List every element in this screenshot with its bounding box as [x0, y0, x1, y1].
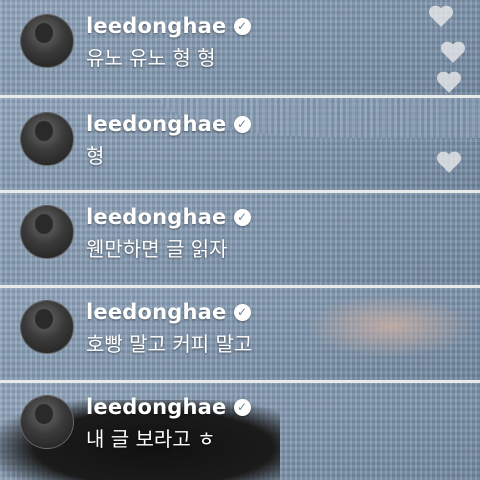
- username[interactable]: leedonghae: [86, 14, 227, 38]
- live-comment-panel-2: leedonghae ✓ 형: [0, 98, 480, 190]
- username[interactable]: leedonghae: [86, 112, 227, 136]
- heart-icon: [428, 5, 454, 27]
- profile-avatar[interactable]: [20, 14, 74, 68]
- comment-text: 형: [86, 144, 105, 168]
- comment-text: 웬만하면 글 읽자: [86, 237, 228, 261]
- heart-icon: [436, 71, 462, 93]
- profile-avatar[interactable]: [20, 112, 74, 166]
- heart-icon: [440, 41, 466, 63]
- profile-avatar[interactable]: [20, 205, 74, 259]
- verified-badge-icon: ✓: [233, 303, 251, 321]
- comment-text: 내 글 보라고 ㅎ: [86, 427, 216, 451]
- live-comment-panel-5: leedonghae ✓ 내 글 보라고 ㅎ: [0, 383, 480, 480]
- profile-avatar[interactable]: [20, 300, 74, 354]
- live-comment-panel-4: leedonghae ✓ 호빵 말고 커피 말고: [0, 288, 480, 380]
- comment: leedonghae ✓ 호빵 말고 커피 말고: [20, 300, 252, 357]
- comment: leedonghae ✓ 형: [20, 112, 251, 169]
- username[interactable]: leedonghae: [86, 395, 227, 419]
- verified-badge-icon: ✓: [233, 115, 251, 133]
- username[interactable]: leedonghae: [86, 300, 227, 324]
- comment-text: 유노 유노 형 형: [86, 46, 216, 70]
- comment: leedonghae ✓ 웬만하면 글 읽자: [20, 205, 251, 262]
- comment: leedonghae ✓ 내 글 보라고 ㅎ: [20, 395, 251, 452]
- verified-badge-icon: ✓: [233, 17, 251, 35]
- verified-badge-icon: ✓: [233, 208, 251, 226]
- username[interactable]: leedonghae: [86, 205, 227, 229]
- heart-icon: [436, 151, 462, 173]
- comment-text: 호빵 말고 커피 말고: [86, 332, 253, 356]
- verified-badge-icon: ✓: [233, 398, 251, 416]
- profile-avatar[interactable]: [20, 395, 74, 449]
- screenshot-collage: leedonghae ✓ 유노 유노 형 형 leedonghae ✓ 형 le…: [0, 0, 480, 480]
- live-comment-panel-1: leedonghae ✓ 유노 유노 형 형: [0, 0, 480, 95]
- comment: leedonghae ✓ 유노 유노 형 형: [20, 14, 251, 71]
- live-comment-panel-3: leedonghae ✓ 웬만하면 글 읽자: [0, 193, 480, 285]
